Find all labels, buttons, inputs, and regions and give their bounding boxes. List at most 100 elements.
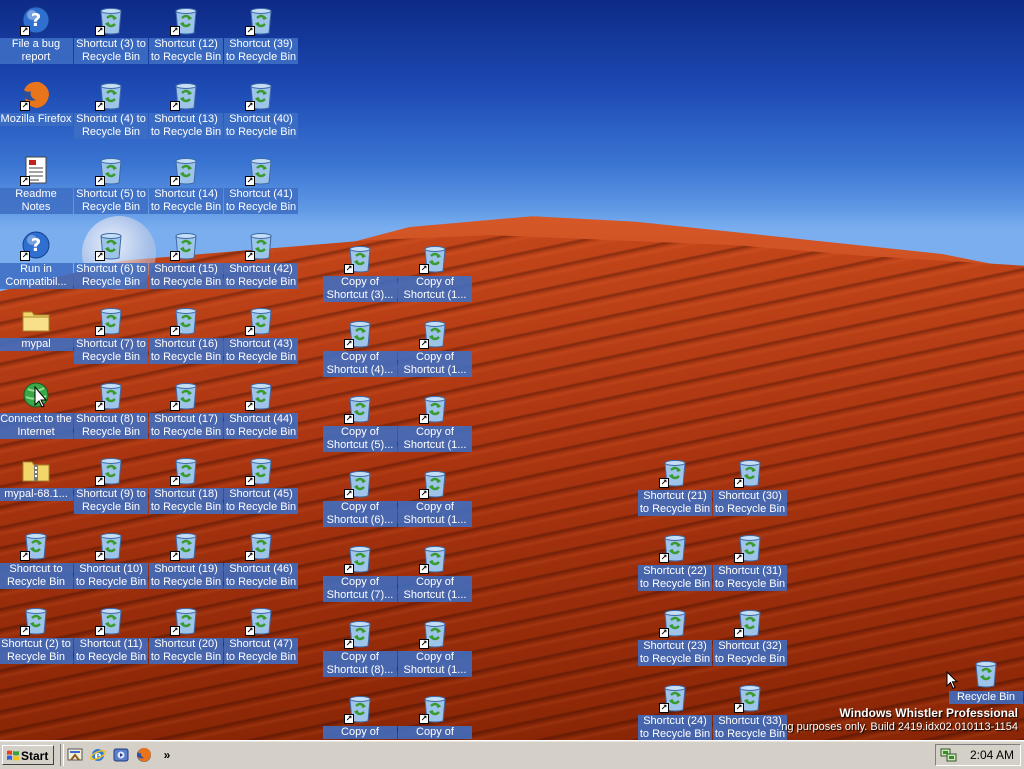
shortcut-arrow-icon: ↗ (734, 478, 744, 488)
desktop-icon-label: Shortcut (42) to Recycle Bin (224, 263, 298, 289)
internet-explorer-icon[interactable]: e (89, 746, 107, 764)
recycle-bin-icon: ↗ (419, 242, 451, 274)
desktop-icon-c1-4[interactable]: mypal (0, 302, 73, 374)
network-tray-icon[interactable] (940, 747, 958, 763)
desktop-icon-column2-2[interactable]: ↗ Shortcut (5) to Recycle Bin (74, 152, 148, 224)
desktop-icon-c1-5[interactable]: Connect to the Internet (0, 377, 73, 449)
desktop-icon-column5-6[interactable]: ↗ Copy of (323, 690, 397, 740)
desktop-icon-column3-4[interactable]: ↗ Shortcut (16) to Recycle Bin (149, 302, 223, 374)
desktop-icon-column3-1[interactable]: ↗ Shortcut (13) to Recycle Bin (149, 77, 223, 149)
desktop-icon-column6-2[interactable]: ↗ Copy of Shortcut (1... (398, 390, 472, 462)
shortcut-arrow-icon: ↗ (344, 489, 354, 499)
system-tray: 2:04 AM (935, 744, 1021, 766)
mouse-cursor-icon (946, 671, 958, 690)
svg-text:?: ? (31, 10, 41, 31)
desktop-icon-column4-0[interactable]: ↗ Shortcut (39) to Recycle Bin (224, 2, 298, 74)
desktop-icon-column6-5[interactable]: ↗ Copy of Shortcut (1... (398, 615, 472, 687)
desktop-icon-column4-1[interactable]: ↗ Shortcut (40) to Recycle Bin (224, 77, 298, 149)
quick-launch-more-button[interactable]: » (160, 746, 174, 764)
shortcut-arrow-icon: ↗ (95, 551, 105, 561)
desktop-icon-column3-5[interactable]: ↗ Shortcut (17) to Recycle Bin (149, 377, 223, 449)
desktop-icon-c1-8[interactable]: ↗ Shortcut (2) to Recycle Bin (0, 602, 73, 674)
shortcut-arrow-icon: ↗ (95, 326, 105, 336)
recycle-bin-icon: ↗ (170, 379, 202, 411)
desktop-icon-label: Shortcut (6) to Recycle Bin (74, 263, 148, 289)
desktop-icon-label: Readme Notes (0, 188, 73, 214)
desktop-icon-c1-6[interactable]: mypal-68.1... (0, 452, 73, 524)
desktop-icon-column8-0[interactable]: ↗ Shortcut (30) to Recycle Bin (713, 454, 787, 526)
desktop-icon-column4-4[interactable]: ↗ Shortcut (43) to Recycle Bin (224, 302, 298, 374)
desktop-icon-column6-0[interactable]: ↗ Copy of Shortcut (1... (398, 240, 472, 312)
firefox-icon: ↗ (20, 79, 52, 111)
desktop-icon-column4-8[interactable]: ↗ Shortcut (47) to Recycle Bin (224, 602, 298, 674)
start-label: Start (21, 749, 49, 763)
desktop-icon-column3-7[interactable]: ↗ Shortcut (19) to Recycle Bin (149, 527, 223, 599)
desktop-icon-column7-1[interactable]: ↗ Shortcut (22) to Recycle Bin (638, 529, 712, 601)
desktop-icon-label: Copy of Shortcut (8)... (323, 651, 397, 677)
desktop-icon-column2-1[interactable]: ↗ Shortcut (4) to Recycle Bin (74, 77, 148, 149)
desktop-icon-column5-1[interactable]: ↗ Copy of Shortcut (4)... (323, 315, 397, 387)
desktop-icon-column2-6[interactable]: ↗ Shortcut (9) to Recycle Bin (74, 452, 148, 524)
desktop-icon-c1-0[interactable]: ? ↗ File a bug report (0, 2, 73, 74)
desktop-icon-column4-6[interactable]: ↗ Shortcut (45) to Recycle Bin (224, 452, 298, 524)
shortcut-arrow-icon: ↗ (344, 264, 354, 274)
start-button[interactable]: Start (2, 745, 54, 765)
desktop-icon-c1-1[interactable]: ↗ Mozilla Firefox (0, 77, 73, 149)
recycle-bin-icon: ↗ (734, 456, 766, 488)
desktop-icon-column3-6[interactable]: ↗ Shortcut (18) to Recycle Bin (149, 452, 223, 524)
desktop-icon-column6-4[interactable]: ↗ Copy of Shortcut (1... (398, 540, 472, 612)
shortcut-arrow-icon: ↗ (419, 264, 429, 274)
build-text: ng purposes only. Build 2419.idx02.01011… (781, 721, 1018, 733)
media-player-icon[interactable] (112, 746, 130, 764)
desktop-icon-c1-2[interactable]: ↗ Readme Notes (0, 152, 73, 224)
desktop-icon-column2-0[interactable]: ↗ Shortcut (3) to Recycle Bin (74, 2, 148, 74)
recycle-bin-icon: ↗ (419, 467, 451, 499)
desktop-icon-column2-7[interactable]: ↗ Shortcut (10) to Recycle Bin (74, 527, 148, 599)
desktop-icon-column2-4[interactable]: ↗ Shortcut (7) to Recycle Bin (74, 302, 148, 374)
recycle-bin-icon: ↗ (170, 229, 202, 261)
show-desktop-icon[interactable] (66, 746, 84, 764)
desktop-icon-column4-3[interactable]: ↗ Shortcut (42) to Recycle Bin (224, 227, 298, 299)
desktop-icon-column3-3[interactable]: ↗ Shortcut (15) to Recycle Bin (149, 227, 223, 299)
desktop-icon-column2-8[interactable]: ↗ Shortcut (11) to Recycle Bin (74, 602, 148, 674)
shortcut-arrow-icon: ↗ (170, 101, 180, 111)
desktop-icon-c1-7[interactable]: ↗ Shortcut to Recycle Bin (0, 527, 73, 599)
desktop-icon-column8-3[interactable]: ↗ Shortcut (33) to Recycle Bin (713, 679, 787, 740)
desktop-icon-column4-5[interactable]: ↗ Shortcut (44) to Recycle Bin (224, 377, 298, 449)
desktop-icon-column7-0[interactable]: ↗ Shortcut (21) to Recycle Bin (638, 454, 712, 526)
desktop-icon-label: Shortcut (41) to Recycle Bin (224, 188, 298, 214)
desktop-icon-column7-2[interactable]: ↗ Shortcut (23) to Recycle Bin (638, 604, 712, 676)
desktop-icon-column6-3[interactable]: ↗ Copy of Shortcut (1... (398, 465, 472, 537)
desktop-icon-column5-4[interactable]: ↗ Copy of Shortcut (7)... (323, 540, 397, 612)
desktop-icon-column5-2[interactable]: ↗ Copy of Shortcut (5)... (323, 390, 397, 462)
desktop-icon-column2-5[interactable]: ↗ Shortcut (8) to Recycle Bin (74, 377, 148, 449)
desktop-icon-column6-6[interactable]: ↗ Copy of (398, 690, 472, 740)
desktop-icon-column5-3[interactable]: ↗ Copy of Shortcut (6)... (323, 465, 397, 537)
desktop-icon-column6-1[interactable]: ↗ Copy of Shortcut (1... (398, 315, 472, 387)
recycle-bin-icon: ↗ (95, 4, 127, 36)
desktop-icon-column8-1[interactable]: ↗ Shortcut (31) to Recycle Bin (713, 529, 787, 601)
desktop-icon-label: Shortcut (46) to Recycle Bin (224, 563, 298, 589)
desktop-icon-label: Copy of Shortcut (1... (398, 351, 472, 377)
desktop-icon-c1-3[interactable]: ? ↗ Run in Compatibil... (0, 227, 73, 299)
desktop-icon-label: Shortcut (22) to Recycle Bin (638, 565, 712, 591)
desktop-icon-column2-3[interactable]: ↗ Shortcut (6) to Recycle Bin (74, 227, 148, 299)
desktop-icon-column7-3[interactable]: ↗ Shortcut (24) to Recycle Bin (638, 679, 712, 740)
desktop-icon-column3-0[interactable]: ↗ Shortcut (12) to Recycle Bin (149, 2, 223, 74)
shortcut-arrow-icon: ↗ (170, 26, 180, 36)
firefox-icon[interactable] (135, 746, 153, 764)
desktop-icon-label: Copy of Shortcut (4)... (323, 351, 397, 377)
recycle-bin-icon: ↗ (659, 531, 691, 563)
taskbar-clock[interactable]: 2:04 AM (970, 748, 1014, 762)
desktop-icon-column3-2[interactable]: ↗ Shortcut (14) to Recycle Bin (149, 152, 223, 224)
desktop-icon-label: Shortcut (13) to Recycle Bin (149, 113, 223, 139)
desktop[interactable]: ? ↗ File a bug report ↗ Mozilla Firefox ↗ Read… (0, 0, 1024, 740)
desktop-icon-column8-2[interactable]: ↗ Shortcut (32) to Recycle Bin (713, 604, 787, 676)
desktop-icon-column3-8[interactable]: ↗ Shortcut (20) to Recycle Bin (149, 602, 223, 674)
desktop-icon-column4-2[interactable]: ↗ Shortcut (41) to Recycle Bin (224, 152, 298, 224)
recycle-bin-icon: ↗ (245, 529, 277, 561)
desktop-icon-column5-5[interactable]: ↗ Copy of Shortcut (8)... (323, 615, 397, 687)
recycle-bin-icon: ↗ (170, 529, 202, 561)
desktop-icon-column5-0[interactable]: ↗ Copy of Shortcut (3)... (323, 240, 397, 312)
desktop-icon-column4-7[interactable]: ↗ Shortcut (46) to Recycle Bin (224, 527, 298, 599)
